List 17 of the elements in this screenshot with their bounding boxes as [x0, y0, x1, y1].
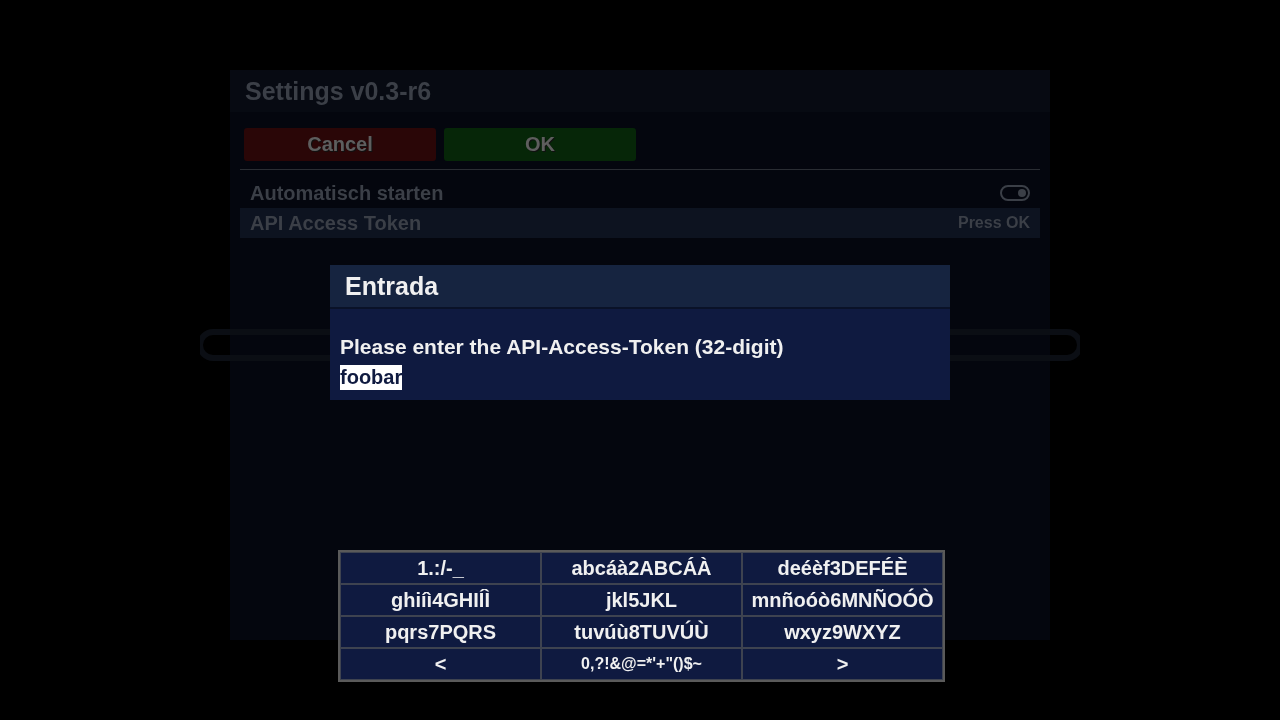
dialog-title: Entrada [345, 271, 439, 301]
input-field[interactable]: foobar [340, 365, 403, 390]
keyboard-key[interactable]: < [340, 648, 541, 680]
keyboard-key[interactable]: > [742, 648, 943, 680]
keyboard-key[interactable]: jkl5JKL [541, 584, 742, 616]
toggle-switch[interactable] [1000, 185, 1030, 201]
keyboard-key[interactable]: wxyz9WXYZ [742, 616, 943, 648]
keyboard-key[interactable]: 1.:/-_ [340, 552, 541, 584]
keyboard-key[interactable]: mnñoóò6MNÑOÓÒ [742, 584, 943, 616]
prompt-text: Please enter the API-Access-Token (32-digit) [340, 335, 784, 359]
setting-label: Automatisch starten [250, 181, 444, 205]
keyboard-key[interactable]: abcáà2ABCÁÀ [541, 552, 742, 584]
keyboard-key[interactable]: pqrs7PQRS [340, 616, 541, 648]
keyboard-key[interactable]: 0,?!&@=*'+"()$~ [541, 648, 742, 680]
keyboard-key[interactable]: ghiíì4GHIÍÌ [340, 584, 541, 616]
keyboard-key[interactable]: deéèf3DEFÉÈ [742, 552, 943, 584]
keyboard-key[interactable]: tuvúù8TUVÚÙ [541, 616, 742, 648]
